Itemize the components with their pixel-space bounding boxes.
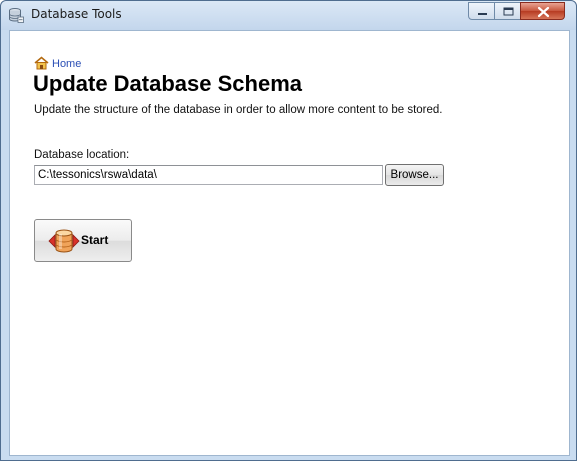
close-icon <box>537 6 550 18</box>
database-location-input[interactable] <box>34 165 383 185</box>
database-location-label: Database location: <box>34 149 130 161</box>
app-window: Database Tools Home Update Database Sche… <box>0 0 577 461</box>
maximize-button[interactable] <box>494 2 521 20</box>
close-button[interactable] <box>520 2 565 20</box>
home-link[interactable]: Home <box>52 58 81 70</box>
title-bar[interactable]: Database Tools <box>1 1 576 30</box>
window-title: Database Tools <box>31 7 122 21</box>
database-icon <box>8 7 24 23</box>
breadcrumb: Home <box>34 55 81 72</box>
page-subtitle: Update the structure of the database in … <box>34 104 443 116</box>
start-button[interactable]: Start <box>34 219 132 262</box>
content-panel: Home Update Database Schema Update the s… <box>9 30 570 456</box>
maximize-icon <box>503 7 514 16</box>
database-update-icon <box>47 228 81 254</box>
minimize-icon <box>478 13 487 15</box>
page-title: Update Database Schema <box>33 71 302 96</box>
minimize-button[interactable] <box>468 2 495 20</box>
start-button-label: Start <box>81 233 109 247</box>
browse-button[interactable]: Browse... <box>385 164 444 186</box>
